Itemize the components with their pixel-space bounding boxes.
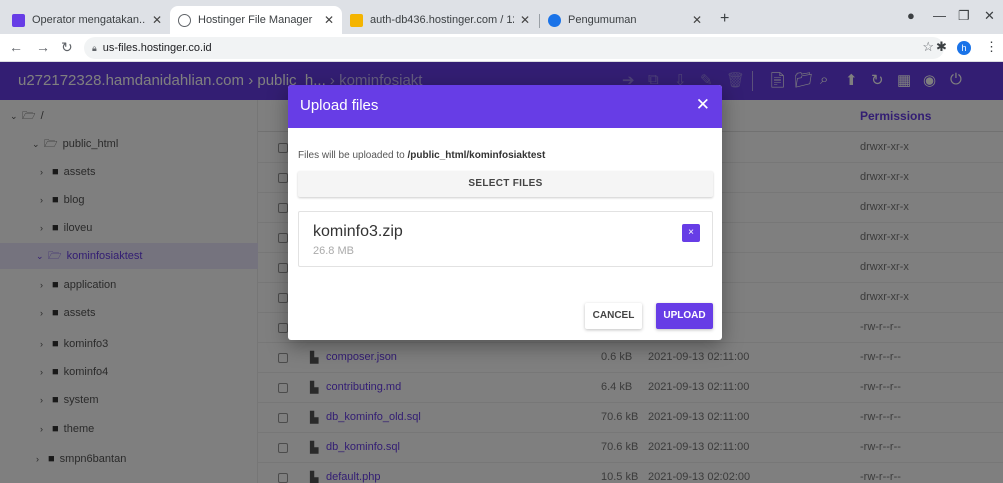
profile-avatar[interactable]: h <box>957 41 971 55</box>
tab-label: Operator mengatakan... <box>32 14 146 26</box>
extensions-puzzle-icon[interactable]: ✱ <box>936 39 947 55</box>
browser-tab-phpmyadmin[interactable]: auth-db436.hostinger.com / 127. ✕ <box>342 6 538 34</box>
tab-label: Hostinger File Manager <box>198 14 313 26</box>
upload-files-dialog: Upload files ✕ Files will be uploaded to… <box>288 85 722 340</box>
tab-label: auth-db436.hostinger.com / 127. <box>370 14 514 26</box>
browser-tab-strip: Operator mengatakan... ✕ Hostinger File … <box>0 0 1003 34</box>
bookmark-star-icon[interactable]: ☆ <box>922 39 934 55</box>
browser-tab-file-manager[interactable]: Hostinger File Manager ✕ <box>170 6 342 34</box>
edge-favicon-icon <box>548 13 561 27</box>
cancel-button[interactable]: CANCEL <box>585 303 642 329</box>
browser-tab-operator[interactable]: Operator mengatakan... ✕ <box>4 6 170 34</box>
upload-destination-path: /public_html/kominfosiaktest <box>407 150 546 161</box>
tab-close-icon[interactable]: ✕ <box>324 13 334 27</box>
url-text: us-files.hostinger.co.id <box>102 42 212 54</box>
window-close-icon[interactable]: ✕ <box>984 8 995 24</box>
address-toolbar: ← → ↻ 🔒︎ us-files.hostinger.co.id ☆ ✱ h … <box>0 34 1003 62</box>
tab-label: Pengumuman <box>568 14 637 26</box>
upload-destination-text: Files will be uploaded to /public_html/k… <box>298 150 545 161</box>
browser-menu-icon[interactable]: ⋮ <box>985 39 998 55</box>
tab-close-icon[interactable]: ✕ <box>152 13 162 27</box>
hostinger-favicon-icon <box>12 13 25 27</box>
tab-close-icon[interactable]: ✕ <box>520 13 530 27</box>
browser-tab-pengumuman[interactable]: Pengumuman ✕ <box>540 6 710 34</box>
reload-icon[interactable]: ↻ <box>61 39 73 56</box>
back-arrow-icon[interactable]: ← <box>9 39 23 55</box>
url-field[interactable]: 🔒︎ us-files.hostinger.co.id ☆ <box>84 37 944 59</box>
select-files-button[interactable]: SELECT FILES <box>298 171 713 197</box>
phpmyadmin-favicon-icon <box>350 13 363 27</box>
selected-file-size: 26.8 MB <box>313 245 354 257</box>
selected-file-name: kominfo3.zip <box>313 223 403 240</box>
dialog-header: Upload files ✕ <box>288 85 722 128</box>
minimize-icon[interactable]: — <box>933 8 946 23</box>
upload-destination-prefix: Files will be uploaded to <box>298 150 405 161</box>
globe-favicon-icon <box>178 13 191 27</box>
dialog-title: Upload files <box>300 97 379 114</box>
close-icon[interactable]: ✕ <box>696 95 710 115</box>
remove-file-icon[interactable]: × <box>682 224 700 242</box>
record-icon[interactable]: ● <box>907 8 915 23</box>
restore-icon[interactable]: ❐ <box>958 8 970 24</box>
selected-file-card: kominfo3.zip 26.8 MB × <box>298 211 713 267</box>
tab-close-icon[interactable]: ✕ <box>692 13 702 27</box>
forward-arrow-icon[interactable]: → <box>36 39 50 55</box>
lock-icon: 🔒︎ <box>92 42 97 53</box>
upload-button[interactable]: UPLOAD <box>656 303 713 329</box>
new-tab-icon[interactable]: + <box>720 10 729 28</box>
